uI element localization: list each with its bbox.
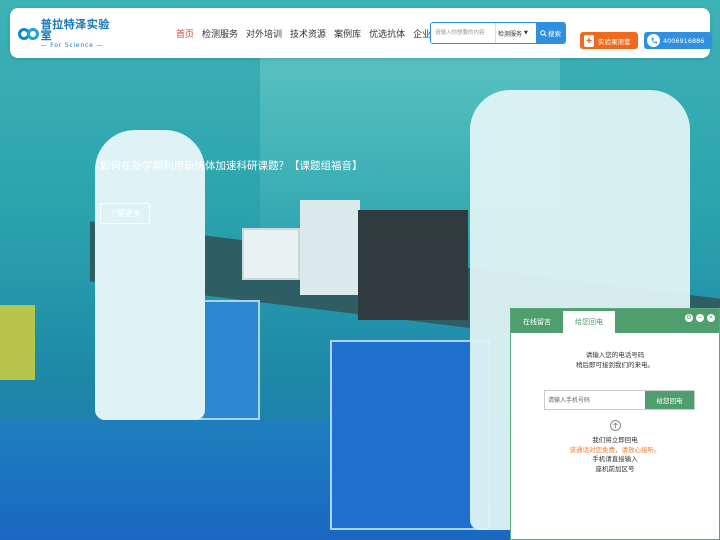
nav-item-tech-resources[interactable]: 技术资源 (290, 27, 326, 40)
lab-mall-button[interactable]: ✚ 实验果须套 (580, 32, 638, 49)
nav-item-testing-services[interactable]: 检测服务 (202, 27, 238, 40)
search-icon (540, 29, 547, 37)
phone-number: 4006916886 (663, 36, 705, 45)
shield-icon: ✚ (584, 34, 594, 47)
nav-item-training[interactable]: 对外培训 (246, 27, 282, 40)
hero-bg-researcher (95, 130, 205, 420)
chevron-down-icon: ▼ (524, 30, 528, 36)
logo-name: 普拉特泽实验室 (40, 18, 110, 42)
site-header: 普拉特泽实验室 — For Science — 首页 检测服务 对外培训 技术资… (10, 8, 712, 58)
nav-item-case-library[interactable]: 案例库 (334, 27, 361, 40)
widget-tabs: 在线留言 给您回电 ⚙ − × (511, 309, 719, 333)
hero-bg-cabinet (330, 340, 490, 530)
callback-intro-line: 请输入您的电话号码 (585, 351, 645, 359)
callback-intro: 请输入您的电话号码 稍后即可接到我们的来电。 (511, 350, 719, 370)
hero-bg-equipment (300, 200, 360, 295)
search-category-value: 检测服务 (498, 30, 523, 38)
site-logo[interactable]: 普拉特泽实验室 — For Science — (18, 18, 113, 49)
hero-bg-equipment (358, 210, 468, 320)
nav-item-antibodies[interactable]: 优选抗体 (369, 27, 405, 40)
learn-more-button[interactable]: 了解更多 (100, 203, 150, 224)
search-bar: 检测服务 ▼ 搜索 (430, 22, 566, 44)
search-category-select[interactable]: 检测服务 ▼ (495, 23, 536, 43)
search-input[interactable] (431, 23, 495, 43)
callback-form: 给您回电 (544, 390, 695, 410)
hero-title[interactable]: 如何在新学期利用新抗体加速科研课题？【课题组福音】 (100, 158, 363, 173)
logo-subtitle: — For Science — (40, 42, 104, 49)
close-icon[interactable]: × (707, 314, 715, 322)
callback-note-free: 该通话对您免费，请放心接听。 (569, 445, 661, 454)
hero-bg-equipment (242, 228, 300, 280)
logo-rings-icon (18, 26, 39, 42)
callback-note: 座机前加区号 (595, 464, 635, 473)
call-back-button[interactable]: 给您回电 (645, 391, 694, 409)
phone-icon (647, 34, 660, 47)
callback-note: 我们将立即回电 (592, 436, 638, 444)
search-button[interactable]: 搜索 (536, 23, 565, 43)
phone-hotline[interactable]: 4006916886 (644, 32, 712, 49)
tab-call-back[interactable]: 给您回电 (563, 311, 615, 333)
main-nav: 首页 检测服务 对外培训 技术资源 案例库 优选抗体 企业展示 (176, 27, 457, 40)
callback-note: 手机请直接输入 (592, 455, 638, 463)
minimize-icon[interactable]: − (696, 314, 704, 322)
tab-online-message[interactable]: 在线留言 (511, 311, 563, 333)
callback-widget: 在线留言 给您回电 ⚙ − × 请输入您的电话号码 稍后即可接到我们的来电。 给… (510, 308, 720, 540)
nav-item-home[interactable]: 首页 (176, 27, 194, 40)
lab-mall-label: 实验果须套 (598, 37, 631, 46)
phone-number-input[interactable] (545, 391, 645, 409)
settings-icon[interactable]: ⚙ (685, 314, 693, 322)
hero-bg-bin (0, 305, 35, 380)
callback-notes: 我们将立即回电 该通话对您免费，请放心接听。 手机请直接输入 座机前加区号 (511, 436, 719, 474)
arrow-up-icon (610, 420, 621, 431)
widget-window-controls: ⚙ − × (682, 314, 715, 322)
callback-intro-line: 稍后即可接到我们的来电。 (576, 361, 654, 369)
search-button-label: 搜索 (548, 30, 561, 38)
